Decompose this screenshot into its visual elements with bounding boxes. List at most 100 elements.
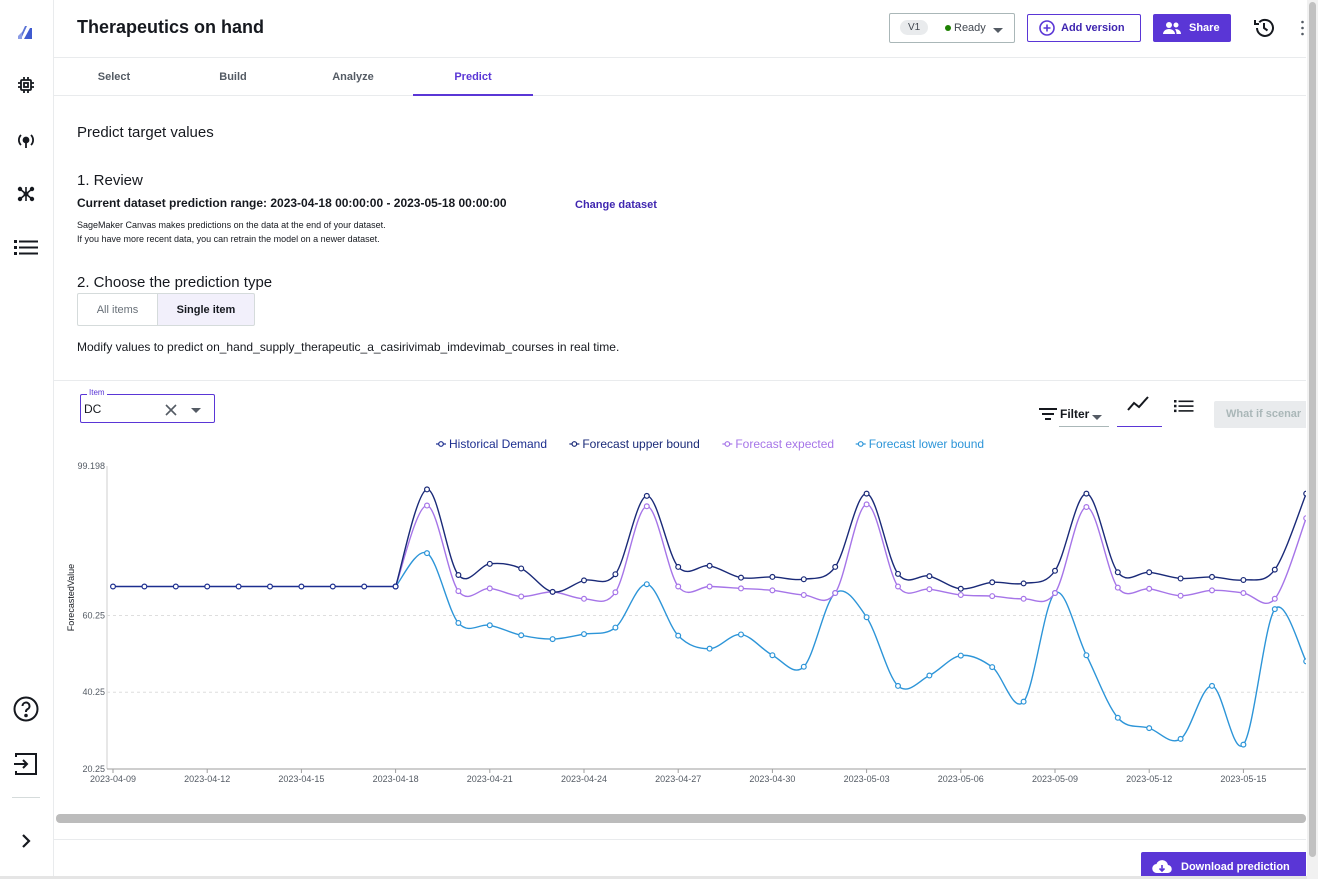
add-circle-icon [1039,20,1055,36]
footer-divider [54,839,1306,840]
horizontal-scrollbar[interactable] [56,814,1306,823]
data-point [675,632,682,639]
sign-out-icon[interactable] [11,749,41,779]
data-point [1208,682,1215,689]
data-point [957,585,964,592]
data-point [1240,741,1247,748]
data-point [612,589,619,596]
data-point [863,490,870,497]
clear-icon[interactable] [165,404,177,416]
vertical-scrollbar[interactable] [1309,2,1316,857]
item-select[interactable]: Item DC [80,388,215,423]
tab-predict[interactable]: Predict [413,58,533,96]
chip-icon[interactable] [11,70,41,100]
data-point [957,652,964,659]
sidebar-divider [12,797,40,798]
data-point [1146,569,1153,576]
download-prediction-button[interactable]: Download prediction [1141,852,1306,879]
data-point [769,573,776,580]
model-broadcast-icon[interactable] [11,125,41,155]
predict-heading: Predict target values [77,124,214,141]
download-prediction-label: Download prediction [1181,861,1290,873]
table-view-icon[interactable] [1174,399,1194,418]
network-icon[interactable] [11,179,41,209]
data-point [926,573,933,580]
data-point [424,502,431,509]
data-point [486,560,493,567]
data-point [1051,590,1058,597]
data-point [1083,504,1090,511]
data-point [675,583,682,590]
tab-analyze[interactable]: Analyze [293,58,413,96]
x-tick-label: 2023-04-15 [278,774,324,784]
add-version-button[interactable]: Add version [1027,14,1141,42]
data-point [706,645,713,652]
legend-swatch-marker [571,441,578,447]
data-point [455,588,462,595]
more-options-icon[interactable] [1301,20,1304,36]
single-item-toggle[interactable]: Single item [157,293,255,326]
share-button[interactable]: Share [1153,14,1231,42]
line-view-selected-indicator [1117,426,1162,427]
history-icon[interactable] [1253,17,1275,44]
data-point [1271,606,1278,613]
data-point [737,574,744,581]
data-point [643,581,650,588]
x-tick-label: 2023-04-27 [655,774,701,784]
data-point [769,652,776,659]
change-dataset-link[interactable]: Change dataset [575,199,657,211]
data-point [455,619,462,626]
line-chart-view-icon[interactable] [1127,396,1149,417]
legend-swatch-marker [438,441,444,447]
x-tick-label: 2023-04-21 [467,774,513,784]
data-point [1271,566,1278,573]
data-point [361,583,368,590]
status-text: Ready [954,22,986,34]
data-point [1020,595,1027,602]
filter-underline [1059,426,1109,427]
item-select-value: DC [84,402,102,416]
data-point [1177,592,1184,599]
data-point [894,583,901,590]
note-line-1: SageMaker Canvas makes predictions on th… [77,220,386,230]
data-point [267,583,274,590]
x-tick-label: 2023-05-12 [1126,774,1172,784]
x-tick-label: 2023-05-06 [938,774,984,784]
item-select-label: Item [87,388,107,397]
data-point [1177,735,1184,742]
data-point [800,663,807,670]
data-point [455,571,462,578]
help-icon[interactable] [11,694,41,724]
series-line [394,488,1306,593]
x-tick-label: 2023-04-09 [90,774,136,784]
y-axis-title: ForecastedValue [66,564,76,631]
y-tick-label: 99.198 [77,461,105,471]
data-point [1020,698,1027,705]
x-tick-label: 2023-04-12 [184,774,230,784]
data-point [1208,573,1215,580]
y-tick-label: 40.25 [82,687,105,697]
data-point [172,583,179,590]
data-point [1146,585,1153,592]
modify-values-text: Modify values to predict on_hand_supply_… [77,340,620,354]
list-icon[interactable] [11,232,41,262]
data-point [800,591,807,598]
chevron-down-icon[interactable] [191,408,201,413]
data-point [1303,490,1306,497]
review-heading: 1. Review [77,172,143,189]
people-icon [1163,22,1181,34]
tab-select[interactable]: Select [54,58,174,96]
expand-chevron-icon[interactable] [11,826,41,856]
version-status-dropdown[interactable]: V1 Ready [889,13,1015,43]
all-items-toggle[interactable]: All items [77,293,158,326]
tab-build[interactable]: Build [173,58,293,96]
canvas-logo-icon[interactable] [11,17,41,47]
data-point [800,576,807,583]
y-tick-label: 60.25 [82,610,105,620]
data-point [989,579,996,586]
share-label: Share [1189,22,1220,34]
filter-button[interactable]: Filter [1039,407,1103,421]
page-header: Therapeutics on hand V1 Ready Add versio… [54,0,1306,58]
data-point [580,631,587,638]
data-point [612,571,619,578]
